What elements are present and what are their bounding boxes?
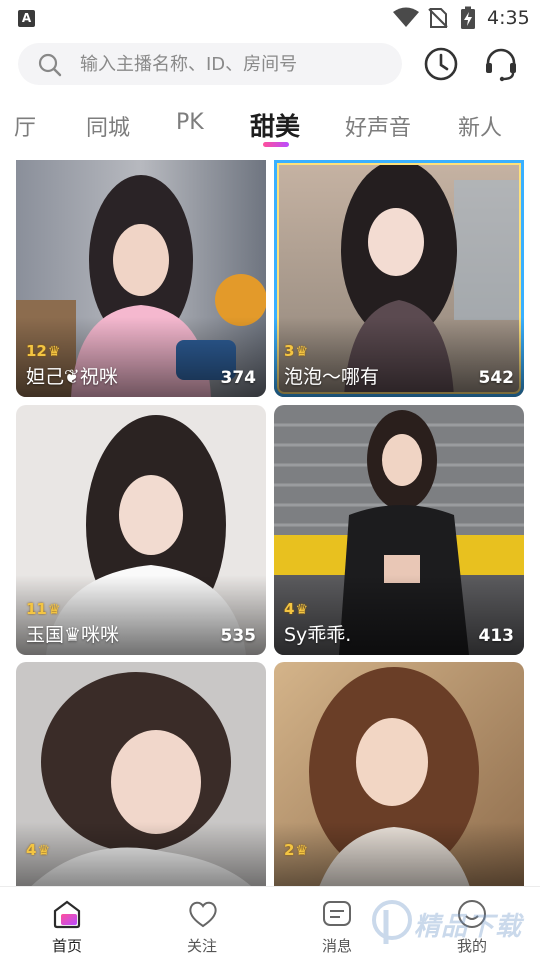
app-screen: A 4:35 厅 同城 PK <box>0 0 540 960</box>
anchor-name: 泡泡～哪有 <box>284 366 380 388</box>
level-badge: 11♛ <box>26 600 60 618</box>
search-icon <box>38 53 62 77</box>
clock-time: 4:35 <box>487 7 530 29</box>
card-gradient <box>274 822 524 886</box>
watermark-text: 精品下载 <box>414 912 523 942</box>
crown-icon: ♛ <box>295 843 308 859</box>
home-icon <box>53 900 81 929</box>
stream-card[interactable]: 2♛ <box>274 662 524 886</box>
level-number: 4 <box>284 600 295 618</box>
crown-icon: ♛ <box>295 344 308 360</box>
tab-good-voice[interactable]: 好声音 <box>345 110 411 142</box>
tab-hall[interactable]: 厅 <box>14 110 36 142</box>
message-icon <box>323 901 351 926</box>
tab-same-city[interactable]: 同城 <box>86 110 130 142</box>
level-number: 3 <box>284 342 295 360</box>
active-tab-indicator <box>263 142 289 147</box>
anchor-name: 妲己❦祝咪 <box>26 366 118 388</box>
level-number: 4 <box>26 841 37 859</box>
level-badge: 4♛ <box>26 841 50 859</box>
viewer-count: 413 <box>478 626 515 646</box>
nav-follow-label: 关注 <box>186 937 217 955</box>
status-bar: A 4:35 <box>0 0 540 36</box>
level-badge: 4♛ <box>284 600 308 618</box>
level-badge: 12♛ <box>26 342 60 360</box>
notification-app-icon: A <box>18 10 35 27</box>
viewer-count: 542 <box>478 368 515 388</box>
level-number: 2 <box>284 841 295 859</box>
viewer-count: 374 <box>220 368 257 388</box>
tab-pk[interactable]: PK <box>176 110 204 135</box>
heart-icon <box>189 901 217 928</box>
wifi-icon <box>393 7 419 27</box>
card-gradient <box>16 822 266 886</box>
level-number: 12 <box>26 342 47 360</box>
level-badge: 2♛ <box>284 841 308 859</box>
anchor-name: Sy乖乖. <box>284 624 352 646</box>
anchor-name: 玉国♛咪咪 <box>26 624 120 646</box>
level-badge: 3♛ <box>284 342 308 360</box>
headset-icon[interactable] <box>481 44 521 84</box>
stream-card[interactable]: 11♛ 玉国♛咪咪 535 <box>16 405 266 655</box>
watermark: 精品下载 <box>372 892 540 956</box>
category-tabs: 厅 同城 PK 甜美 好声音 新人 <box>0 100 540 156</box>
crown-icon: ♛ <box>295 602 308 618</box>
stream-card[interactable]: 12♛ 妲己❦祝咪 374 <box>16 160 266 397</box>
stream-card[interactable]: 3♛ 泡泡～哪有 542 <box>274 160 524 397</box>
level-number: 11 <box>26 600 47 618</box>
stream-card[interactable]: 4♛ <box>16 662 266 886</box>
clock-icon[interactable] <box>421 44 461 84</box>
viewer-count: 535 <box>220 626 257 646</box>
battery-charging-icon <box>461 6 475 29</box>
search-bar[interactable] <box>18 43 402 85</box>
nav-home[interactable]: 首页 <box>17 887 117 960</box>
nav-follow[interactable]: 关注 <box>152 887 252 960</box>
stream-card[interactable]: 4♛ Sy乖乖. 413 <box>274 405 524 655</box>
crown-icon: ♛ <box>37 843 50 859</box>
no-sim-icon <box>428 8 448 28</box>
crown-icon: ♛ <box>47 344 61 360</box>
stream-grid: 12♛ 妲己❦祝咪 374 3♛ 泡泡～哪有 542 11♛ 玉国♛咪咪 535… <box>0 160 540 886</box>
tab-sweet[interactable]: 甜美 <box>250 107 300 143</box>
tab-newcomer[interactable]: 新人 <box>458 110 502 142</box>
nav-home-label: 首页 <box>51 937 82 955</box>
search-input[interactable] <box>80 43 390 85</box>
watermark-logo-icon <box>372 900 412 944</box>
crown-icon: ♛ <box>47 602 61 618</box>
